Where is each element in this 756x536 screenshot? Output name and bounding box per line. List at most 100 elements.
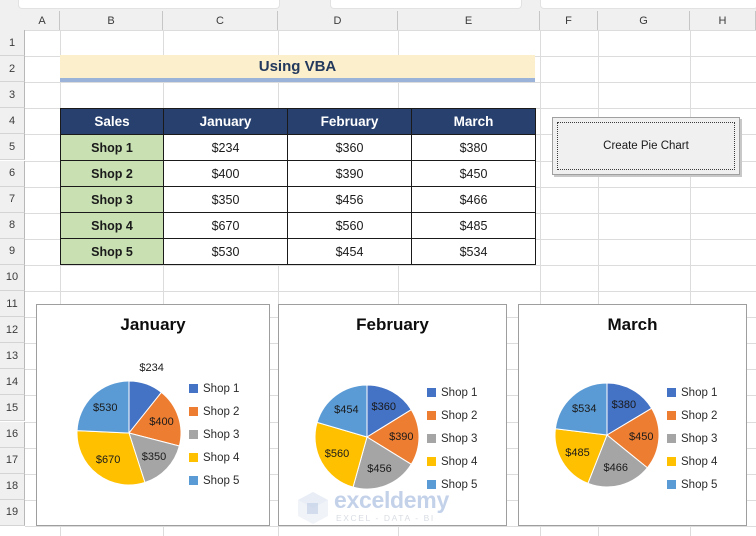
legend-label: Shop 4 (441, 455, 478, 468)
table-cell: $360 (287, 134, 412, 161)
sales-data-table: Sales January February March Shop 1 $234 $… (60, 108, 536, 265)
row-header-12[interactable]: 12 (0, 317, 25, 344)
table-row: Shop 5 $530 $454 $534 (60, 238, 536, 265)
legend-swatch-icon (189, 476, 198, 485)
column-header-b[interactable]: B (60, 11, 163, 30)
table-header-row: Sales January February March (60, 108, 536, 135)
table-cell: $456 (287, 186, 412, 213)
legend-item: Shop 4 (189, 446, 239, 469)
row-header-10[interactable]: 10 (0, 264, 25, 291)
row-header-15[interactable]: 15 (0, 395, 25, 422)
row-header-5[interactable]: 5 (0, 134, 25, 161)
table-row: Shop 4 $670 $560 $485 (60, 212, 536, 239)
table-cell: $454 (287, 238, 412, 265)
chart-legend: Shop 1 Shop 2 Shop 3 Shop 4 Shop 5 (667, 381, 717, 496)
row-header-13[interactable]: 13 (0, 343, 25, 370)
legend-swatch-icon (667, 388, 676, 397)
legend-swatch-icon (667, 411, 676, 420)
legend-label: Shop 2 (203, 405, 240, 418)
table-row-label: Shop 3 (60, 186, 164, 213)
column-header-a[interactable]: A (25, 11, 60, 30)
table-cell: $485 (411, 212, 536, 239)
legend-item: Shop 1 (427, 381, 477, 404)
legend-item: Shop 1 (667, 381, 717, 404)
chart-card-march[interactable]: March $380 $450 $466 $485 $534 Shop 1 Shop 2 Sho… (518, 304, 747, 526)
legend-swatch-icon (667, 480, 676, 489)
column-header-f[interactable]: F (540, 11, 598, 30)
legend-swatch-icon (667, 434, 676, 443)
row-header-7[interactable]: 7 (0, 186, 25, 213)
legend-item: Shop 3 (667, 427, 717, 450)
table-cell: $234 (163, 134, 288, 161)
legend-item: Shop 5 (189, 469, 239, 492)
legend-item: Shop 1 (189, 377, 239, 400)
table-header-sales: Sales (60, 108, 164, 135)
column-header-h[interactable]: H (690, 11, 756, 30)
row-header-2[interactable]: 2 (0, 56, 25, 83)
legend-item: Shop 3 (427, 427, 477, 450)
gridline-horizontal (25, 82, 756, 84)
gridline-horizontal (25, 291, 756, 292)
chart-legend: Shop 1 Shop 2 Shop 3 Shop 4 Shop 5 (189, 377, 239, 492)
column-header-g[interactable]: G (598, 11, 690, 30)
column-header-e[interactable]: E (398, 11, 540, 30)
table-cell: $530 (163, 238, 288, 265)
legend-item: Shop 4 (667, 450, 717, 473)
chart-card-february[interactable]: February $360 $390 $456 $560 $454 Shop 1 Shop 2… (278, 304, 507, 526)
legend-item: Shop 2 (667, 404, 717, 427)
chart-card-january[interactable]: January $234 $400 $350 $670 $530 Shop 1 Shop 2S… (36, 304, 270, 526)
legend-swatch-icon (189, 384, 198, 393)
table-header-march: March (411, 108, 536, 135)
legend-item: Shop 5 (427, 473, 477, 496)
table-row: Shop 1 $234 $360 $380 (60, 134, 536, 161)
ribbon-group-2 (330, 0, 522, 9)
table-cell: $350 (163, 186, 288, 213)
row-header-6[interactable]: 6 (0, 160, 25, 187)
table-row: Shop 3 $350 $456 $466 (60, 186, 536, 213)
row-header-3[interactable]: 3 (0, 82, 25, 109)
legend-item: Shop 2 (189, 400, 239, 423)
ribbon-group-1 (18, 0, 280, 9)
gridline-horizontal (25, 264, 756, 266)
legend-label: Shop 4 (203, 451, 240, 464)
table-cell: $534 (411, 238, 536, 265)
table-cell: $390 (287, 160, 412, 187)
row-header-8[interactable]: 8 (0, 212, 25, 239)
table-cell: $670 (163, 212, 288, 239)
table-cell: $560 (287, 212, 412, 239)
legend-item: Shop 4 (427, 450, 477, 473)
legend-label: Shop 3 (681, 432, 718, 445)
ribbon-bottom-strip (0, 0, 756, 11)
row-header-17[interactable]: 17 (0, 447, 25, 474)
row-header-16[interactable]: 16 (0, 421, 25, 448)
legend-swatch-icon (189, 407, 198, 416)
pie-slice (76, 380, 130, 434)
table-header-february: February (287, 108, 412, 135)
legend-swatch-icon (427, 411, 436, 420)
legend-item: Shop 2 (427, 404, 477, 427)
gridline-horizontal (25, 30, 756, 31)
column-header-d[interactable]: D (278, 11, 398, 30)
row-header-4[interactable]: 4 (0, 108, 25, 135)
row-header-11[interactable]: 11 (0, 291, 25, 318)
legend-swatch-icon (189, 453, 198, 462)
pie-slice (554, 382, 608, 436)
create-pie-chart-button-label: Create Pie Chart (557, 122, 735, 170)
legend-label: Shop 5 (441, 478, 478, 491)
chart-legend: Shop 1 Shop 2 Shop 3 Shop 4 Shop 5 (427, 381, 477, 496)
row-header-19[interactable]: 19 (0, 499, 25, 526)
table-cell: $380 (411, 134, 536, 161)
column-header-row: ABCDEFGH (0, 11, 756, 31)
column-header-c[interactable]: C (163, 11, 278, 30)
row-header-1[interactable]: 1 (0, 30, 25, 57)
legend-swatch-icon (427, 388, 436, 397)
create-pie-chart-button[interactable]: Create Pie Chart (552, 117, 740, 175)
legend-item: Shop 5 (667, 473, 717, 496)
row-header-18[interactable]: 18 (0, 473, 25, 500)
row-header-9[interactable]: 9 (0, 238, 25, 265)
row-header-14[interactable]: 14 (0, 369, 25, 396)
gridline-horizontal (25, 525, 756, 527)
table-cell: $450 (411, 160, 536, 187)
legend-swatch-icon (427, 457, 436, 466)
legend-label: Shop 4 (681, 455, 718, 468)
